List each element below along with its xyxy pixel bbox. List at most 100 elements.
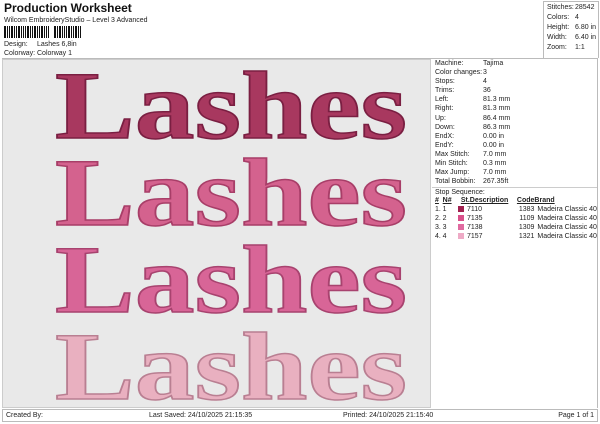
barcode-bar [23, 26, 24, 38]
info-label: EndY: [435, 141, 454, 149]
stat-value: 6.40 in [575, 34, 597, 41]
stat-row: Zoom: 1:1 [547, 43, 595, 53]
info-row: Min Stitch: 0.3 mm [432, 159, 597, 168]
column-header: Brand [534, 197, 555, 205]
info-label: Up: [435, 114, 446, 122]
table-row: 4. 4 7157 1321 Madeira Classic 40 [435, 232, 597, 241]
info-row: Right: 81.3 mm [432, 104, 597, 113]
barcode-bar [48, 26, 49, 38]
info-label: Left: [435, 96, 449, 104]
info-row: EndX: 0.00 in [432, 132, 597, 141]
column-header: St. [460, 197, 470, 205]
stat-value: 6.80 in [575, 24, 597, 31]
info-value: 81.3 mm [483, 105, 511, 113]
color-swatch [457, 206, 464, 213]
barcode-bar [41, 26, 43, 38]
barcode-bar [34, 26, 36, 38]
thread-brand: Madeira Classic 40 [537, 206, 597, 214]
info-label: Min Stitch: [435, 160, 468, 168]
barcode-bar [78, 26, 79, 38]
colorway-row: Colorway: Colorway 1 [4, 50, 72, 57]
info-label: Right: [435, 105, 454, 113]
thread-description: 7135 [466, 215, 483, 223]
color-swatch [457, 215, 464, 222]
stat-row: Height: 6.80 in [547, 23, 597, 33]
info-value: 7.0 mm [483, 169, 507, 177]
barcode [4, 26, 102, 38]
barcode-bar [16, 26, 17, 38]
info-row: Down: 86.3 mm [432, 123, 597, 132]
info-row: Trims: 36 [432, 86, 597, 95]
stat-value: 1:1 [575, 44, 585, 51]
info-row: Total Bobbin: 267.35ft [432, 177, 597, 186]
barcode-bar [66, 26, 67, 38]
barcode-bar [64, 26, 65, 38]
barcode-bar [39, 26, 40, 38]
stop-number: 2. [435, 215, 441, 223]
footer: Created By: Last Saved: 24/10/2025 21:15… [2, 409, 598, 422]
last-saved: Last Saved: 24/10/2025 21:15:35 [149, 412, 253, 419]
colorway-label: Colorway: [4, 50, 36, 57]
needle-number: 1 [442, 206, 447, 214]
barcode-bar [54, 26, 56, 38]
barcode-bar [37, 26, 38, 38]
color-swatch [457, 233, 464, 240]
info-value: 0.00 in [483, 132, 505, 140]
stat-label: Stitches: [547, 4, 574, 11]
barcode-bar [11, 26, 13, 38]
info-value: Tajima [483, 60, 504, 67]
barcode-bar [59, 26, 61, 38]
barcode-bar [18, 26, 20, 38]
info-row: Max Stitch: 7.0 mm [432, 150, 597, 159]
barcode-bar [21, 26, 22, 38]
column-header: Code [516, 197, 535, 205]
info-value: 81.3 mm [483, 96, 511, 104]
info-label: Trims: [435, 87, 455, 95]
thread-description: 7110 [466, 206, 483, 214]
barcode-bar [30, 26, 31, 38]
barcode-bar [25, 26, 26, 38]
info-row: EndY: 0.00 in [432, 141, 597, 150]
software-name: Wilcom EmbroideryStudio – Level 3 Advanc… [4, 17, 148, 24]
info-value: 86.4 mm [483, 114, 511, 122]
colorway-value: Colorway 1 [37, 50, 73, 57]
design-preview: Lashes Lashes Lashes Lashes [2, 59, 431, 409]
barcode-bar [46, 26, 47, 38]
stat-value: 28542 [575, 4, 595, 11]
stat-row: Colors: 4 [547, 13, 595, 23]
needle-number: 2 [442, 215, 447, 223]
stop-number: 3. [435, 224, 441, 232]
stats-box: Stitches:28542 Colors: 4 Height: 6.80 in Widt… [543, 1, 599, 58]
page-title: Production Worksheet [4, 1, 132, 15]
thread-description: 7157 [466, 233, 483, 241]
stat-label: Colors: [547, 14, 570, 21]
barcode-bar [44, 26, 45, 38]
stop-number: 4. [435, 233, 441, 241]
thread-brand: Madeira Classic 40 [537, 215, 597, 223]
stop-number: 1. [435, 206, 441, 214]
design-canvas: LashesLashesLashesLashes [54, 60, 408, 409]
table-row: 2. 2 7135 1109 Madeira Classic 40 [435, 214, 597, 223]
info-row: Color changes:3 [432, 68, 597, 77]
thread-brand: Madeira Classic 40 [537, 224, 597, 232]
info-value: 36 [483, 87, 491, 95]
info-label: Max Stitch: [435, 150, 470, 158]
info-label: Color changes: [435, 69, 483, 77]
barcode-bar [75, 26, 77, 38]
info-value: 4 [483, 78, 487, 86]
page-number: Page 1 of 1 [558, 412, 594, 419]
info-label: Stops: [435, 78, 455, 86]
barcode-bar [9, 26, 10, 38]
info-row: Machine: Tajima [432, 59, 597, 68]
info-row: Max Jump: 7.0 mm [432, 168, 597, 177]
info-value: 0.3 mm [483, 160, 507, 168]
barcode-bar [4, 26, 6, 38]
thread-code: 1109 [519, 215, 535, 223]
barcode-bar [68, 26, 70, 38]
design-label: Design: [4, 41, 28, 48]
stop-sequence-table: # N# St. Description Code Brand 1. 1 7110 138… [435, 196, 597, 241]
info-row: Up: 86.4 mm [432, 114, 597, 123]
info-value: 0.00 in [483, 141, 505, 149]
thread-description: 7138 [466, 224, 483, 232]
column-header: # [435, 197, 439, 205]
